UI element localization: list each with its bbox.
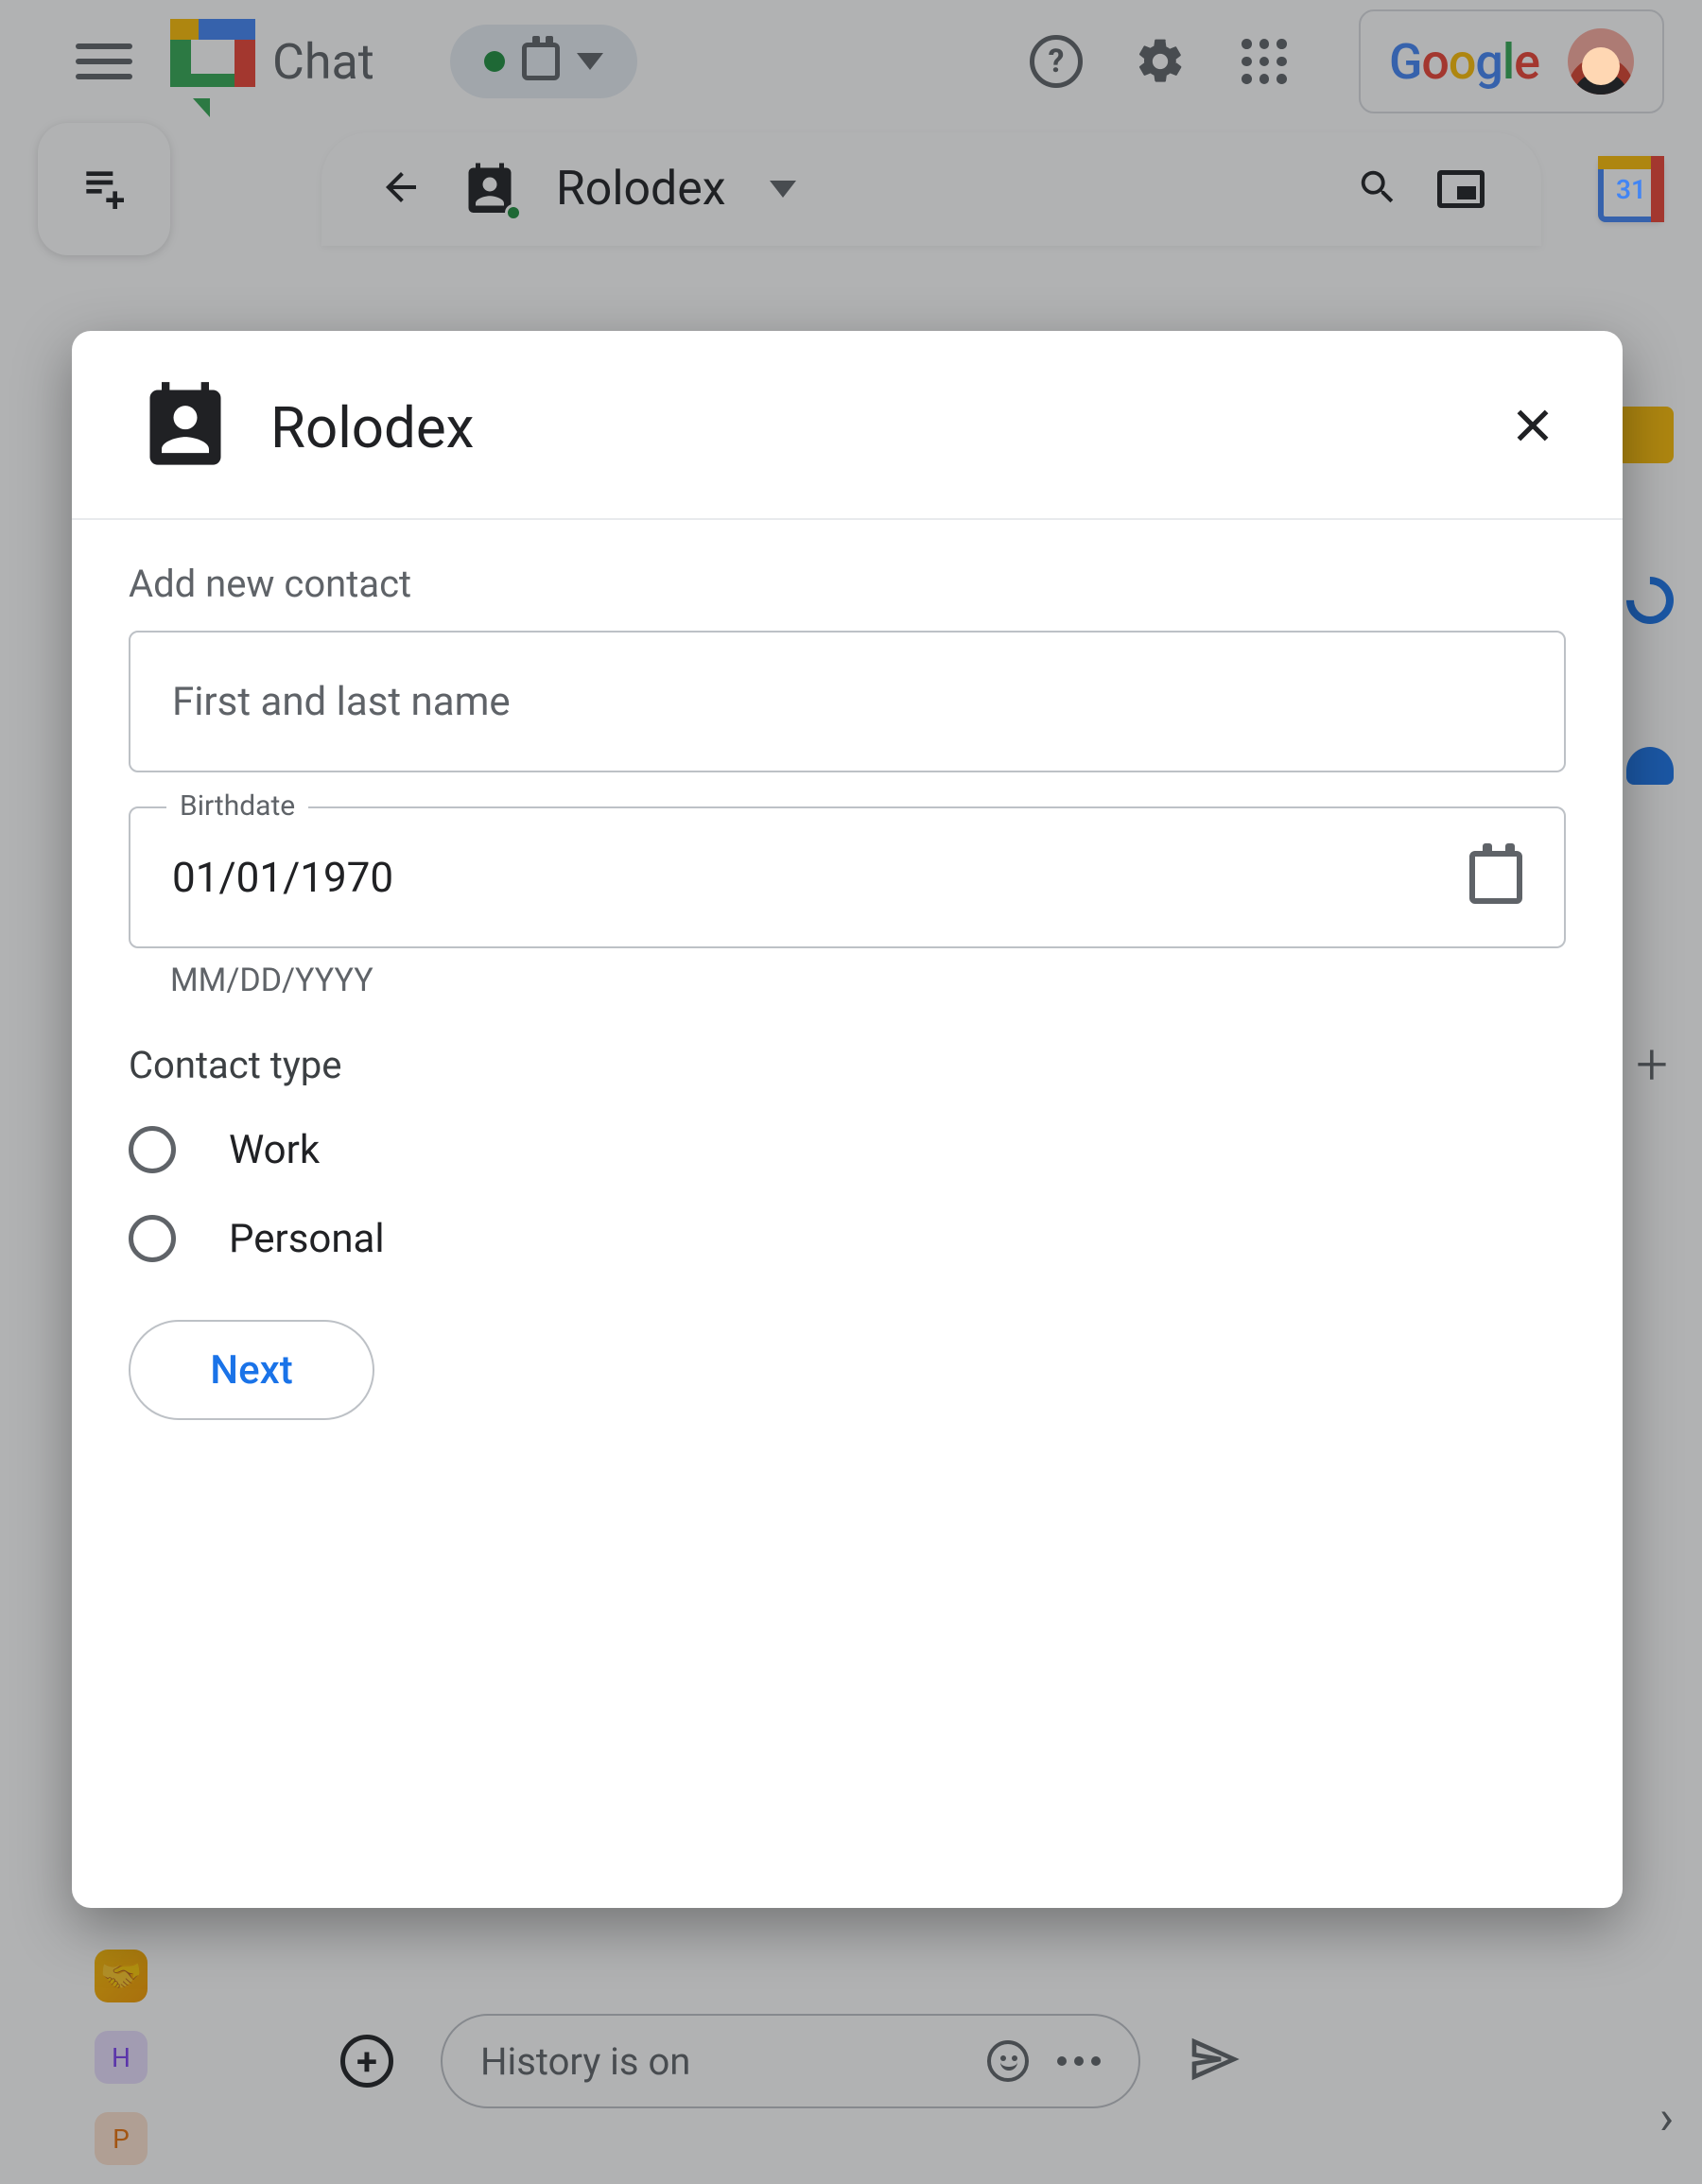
radio-work-label: Work — [229, 1127, 320, 1173]
birthdate-input[interactable]: 01/01/1970 — [129, 806, 1566, 948]
contact-card-icon — [138, 378, 233, 473]
contact-type-personal-row[interactable]: Personal — [129, 1201, 1566, 1276]
name-placeholder: First and last name — [172, 679, 511, 725]
calendar-icon[interactable] — [1469, 851, 1522, 904]
birthdate-legend: Birthdate — [166, 789, 308, 823]
name-input[interactable]: First and last name — [129, 631, 1566, 772]
close-icon — [1509, 402, 1556, 449]
contact-type-work-row[interactable]: Work — [129, 1112, 1566, 1187]
rolodex-dialog: Rolodex Add new contact First and last n… — [72, 331, 1623, 1908]
dialog-app-icon — [138, 378, 233, 477]
dialog-title: Rolodex — [270, 394, 474, 461]
birthdate-value: 01/01/1970 — [172, 853, 393, 902]
radio-personal-label: Personal — [229, 1216, 385, 1262]
contact-type-label: Contact type — [129, 1043, 1566, 1087]
next-label: Next — [210, 1347, 292, 1394]
add-contact-label: Add new contact — [129, 562, 1566, 606]
radio-personal[interactable] — [129, 1215, 176, 1262]
birthdate-help: MM/DD/YYYY — [170, 962, 1566, 999]
calendar-day: 31 — [1616, 174, 1646, 205]
dialog-close-button[interactable] — [1509, 402, 1556, 453]
next-button[interactable]: Next — [129, 1320, 374, 1420]
radio-work[interactable] — [129, 1126, 176, 1173]
